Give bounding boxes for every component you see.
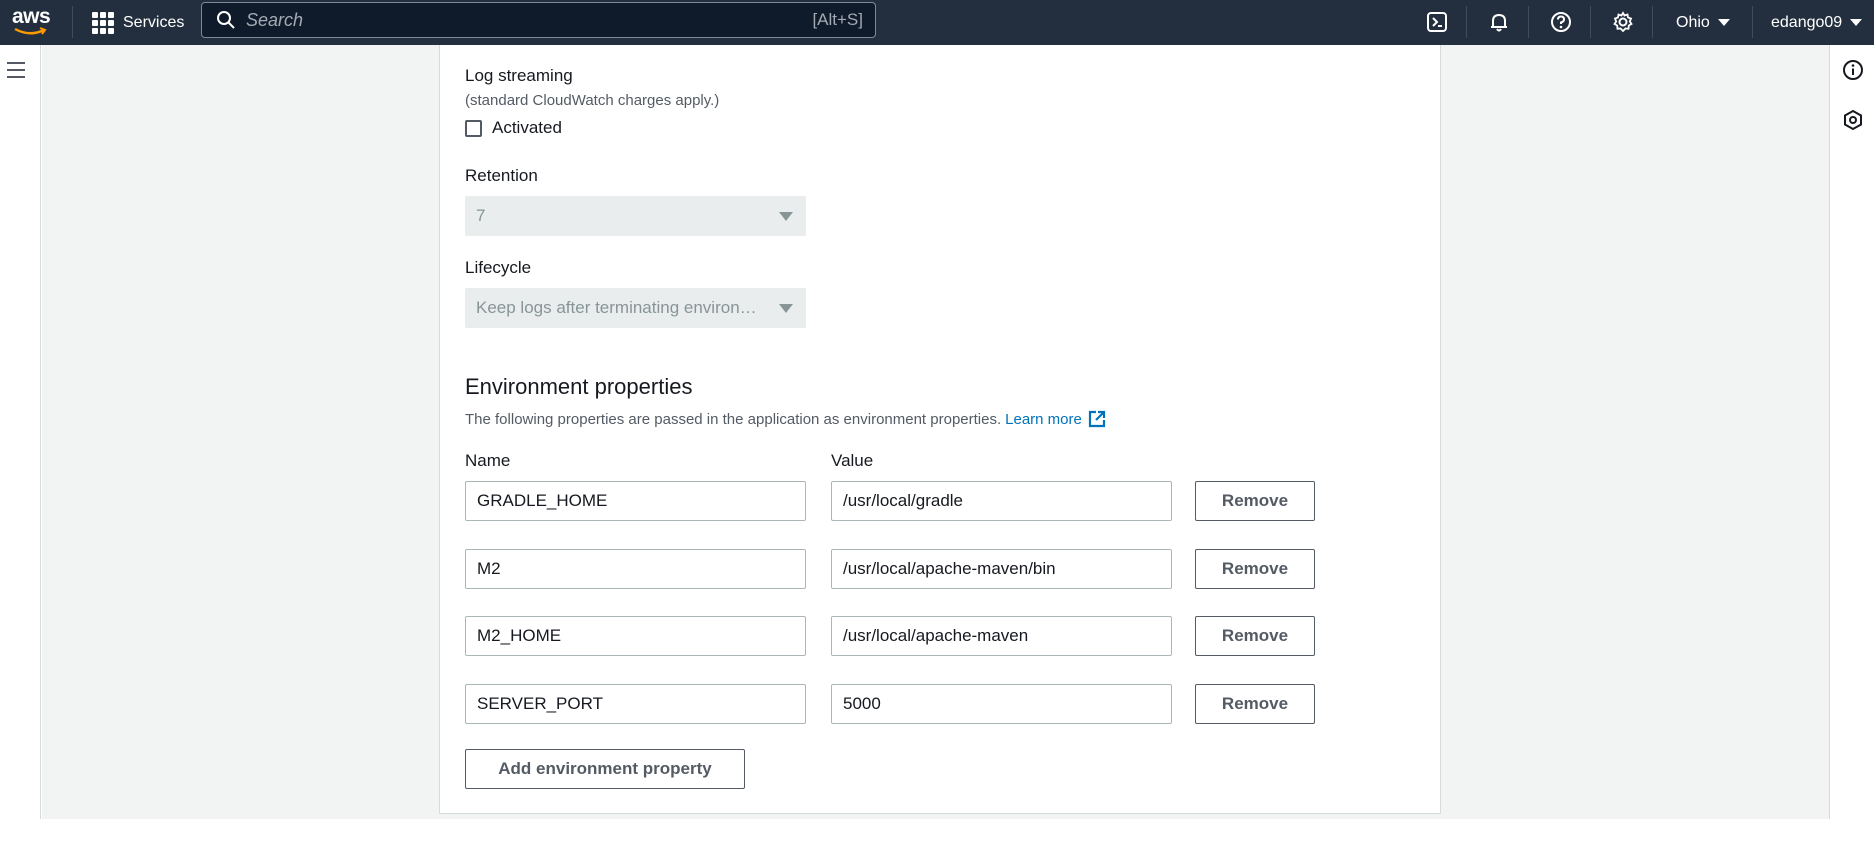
log-streaming-label: Log streaming (465, 66, 573, 85)
help-icon[interactable] (1546, 7, 1576, 37)
add-environment-property-button[interactable]: Add environment property (465, 749, 745, 789)
account-name: edango09 (1771, 13, 1843, 31)
remove-button[interactable]: Remove (1195, 684, 1315, 724)
info-icon[interactable] (1842, 59, 1864, 81)
applications-icon[interactable] (1842, 109, 1864, 131)
caret-down-icon (1717, 19, 1730, 26)
learn-more-link[interactable]: Learn more (1005, 410, 1106, 428)
cloudshell-icon[interactable] (1422, 7, 1452, 37)
nav-divider (1652, 6, 1653, 38)
env-value-input[interactable] (831, 616, 1172, 656)
search-icon (217, 11, 235, 29)
right-rail (1829, 45, 1874, 819)
remove-button[interactable]: Remove (1195, 616, 1315, 656)
activated-checkbox-row[interactable]: Activated (465, 118, 562, 138)
retention-select[interactable]: 7 (465, 196, 806, 236)
menu-icon[interactable] (7, 62, 25, 78)
activated-label: Activated (492, 118, 562, 137)
learn-more-label: Learn more (1005, 410, 1082, 428)
retention-value: 7 (476, 206, 486, 225)
env-name-input[interactable] (465, 684, 806, 724)
log-streaming-note: (standard CloudWatch charges apply.) (465, 92, 720, 109)
bell-icon[interactable] (1484, 7, 1514, 37)
nav-divider (1466, 6, 1467, 38)
value-column-header: Value (831, 451, 874, 470)
aws-logo-text: aws (12, 5, 51, 28)
search-bar[interactable]: [Alt+S] (201, 2, 876, 38)
env-value-input[interactable] (831, 684, 1172, 724)
search-input[interactable] (246, 9, 813, 31)
region-selector[interactable]: Ohio (1676, 0, 1730, 45)
top-navigation: aws Services [Alt+S] (0, 0, 1874, 45)
external-link-icon (1088, 410, 1105, 428)
env-name-input[interactable] (465, 549, 806, 589)
description-text: The following properties are passed in t… (465, 410, 1002, 428)
environment-properties-title: Environment properties (465, 374, 693, 399)
nav-divider (72, 6, 73, 38)
nav-divider (1752, 6, 1753, 38)
caret-down-icon (1850, 19, 1863, 26)
services-label: Services (123, 13, 185, 31)
lifecycle-value: Keep logs after terminating environment (476, 298, 766, 317)
search-shortcut: [Alt+S] (812, 10, 863, 29)
env-name-input[interactable] (465, 481, 806, 521)
environment-properties-description: The following properties are passed in t… (465, 410, 1106, 428)
aws-logo[interactable]: aws (12, 5, 56, 39)
lifecycle-select[interactable]: Keep logs after terminating environment (465, 288, 806, 328)
env-name-input[interactable] (465, 616, 806, 656)
env-value-input[interactable] (831, 549, 1172, 589)
lifecycle-label: Lifecycle (465, 258, 532, 277)
nav-divider (1590, 6, 1591, 38)
caret-down-icon (779, 212, 793, 221)
retention-label: Retention (465, 166, 538, 185)
caret-down-icon (779, 304, 793, 313)
region-label: Ohio (1676, 13, 1710, 31)
left-rail (0, 45, 41, 819)
name-column-header: Name (465, 451, 511, 470)
activated-checkbox[interactable] (465, 119, 482, 137)
remove-button[interactable]: Remove (1195, 481, 1315, 521)
nav-divider (1528, 6, 1529, 38)
gear-icon[interactable] (1608, 7, 1638, 37)
account-menu[interactable]: edango09 (1771, 0, 1863, 45)
grid-icon (92, 11, 114, 34)
bottom-area (0, 819, 1874, 846)
env-value-input[interactable] (831, 481, 1172, 521)
remove-button[interactable]: Remove (1195, 549, 1315, 589)
aws-smile-icon (14, 27, 47, 35)
services-button[interactable]: Services (92, 0, 184, 45)
